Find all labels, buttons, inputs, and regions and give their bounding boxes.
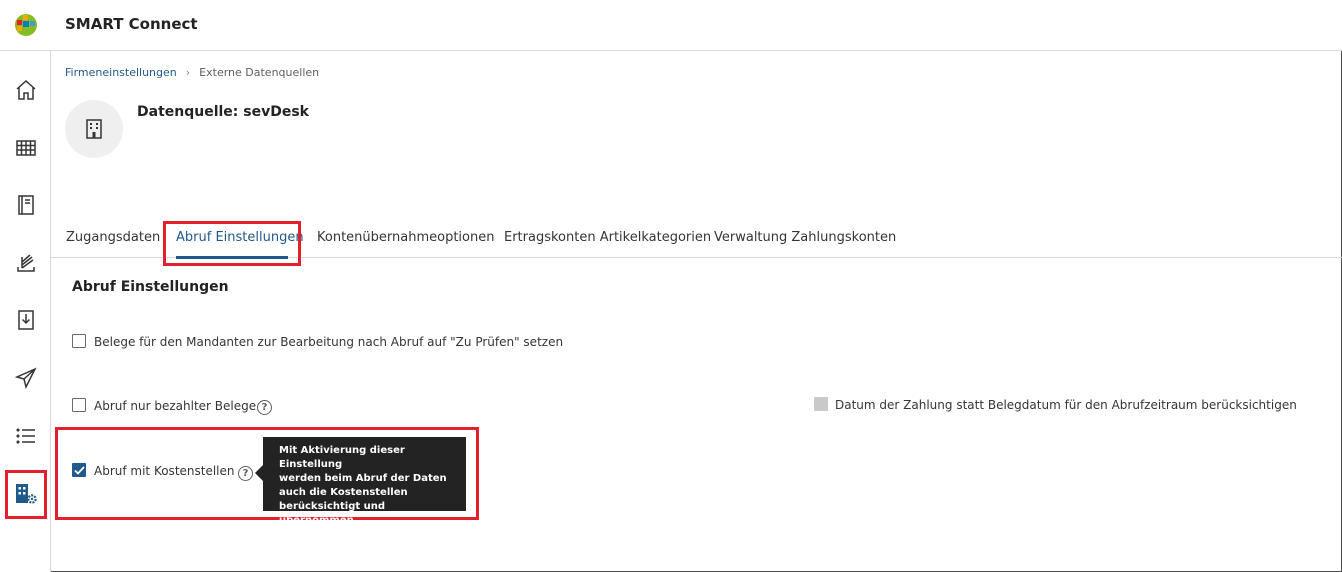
download-icon — [18, 310, 34, 330]
label-zahlungsdatum: Datum der Zahlung statt Belegdatum für d… — [835, 398, 1297, 412]
wolters-kluwer-logo-icon — [15, 14, 37, 36]
sidebar-item-table[interactable] — [12, 134, 40, 162]
tab-zugangsdaten[interactable]: Zugangsdaten — [66, 230, 160, 245]
sidebar-item-list[interactable] — [12, 422, 40, 450]
help-icon[interactable]: ? — [257, 400, 272, 415]
sidebar-active-highlight — [5, 470, 47, 519]
breadcrumb-link-firmeneinstellungen[interactable]: Firmeneinstellungen — [65, 66, 177, 79]
building-icon — [86, 119, 102, 139]
checkbox-nur-bezahlt[interactable] — [72, 398, 86, 412]
send-icon — [14, 367, 37, 390]
notebook-icon — [18, 195, 34, 215]
sidebar — [0, 51, 51, 572]
tooltip-line: berücksichtigt und übernommen. — [279, 501, 386, 526]
label-nur-bezahlt: Abruf nur bezahlter Belege — [94, 399, 257, 413]
document-stack-icon — [17, 254, 35, 272]
breadcrumb: Firmeneinstellungen › Externe Datenquell… — [65, 66, 319, 79]
tab-highlight-box — [163, 221, 301, 266]
top-bar: SMART Connect — [0, 0, 1342, 51]
sidebar-item-download[interactable] — [12, 306, 40, 334]
home-icon — [16, 79, 36, 100]
datasource-avatar — [65, 100, 123, 158]
sidebar-item-documents[interactable] — [12, 249, 40, 277]
tooltip-line: werden beim Abruf der Daten — [279, 473, 447, 484]
chevron-right-icon: › — [185, 66, 191, 79]
sidebar-item-send[interactable] — [12, 364, 40, 392]
tooltip-line: auch die Kostenstellen — [279, 487, 408, 498]
sidebar-item-notebook[interactable] — [12, 191, 40, 219]
checkbox-zahlungsdatum — [814, 397, 828, 411]
list-icon — [16, 428, 35, 444]
tab-kontenuebernahmeoptionen[interactable]: Kontenübernahmeoptionen — [317, 230, 494, 245]
section-title: Abruf Einstellungen — [72, 279, 229, 295]
breadcrumb-current: Externe Datenquellen — [199, 66, 320, 79]
app-title: SMART Connect — [65, 15, 198, 33]
tooltip-kostenstellen: Mit Aktivierung dieser Einstellung werde… — [263, 437, 466, 526]
checkbox-zu-pruefen[interactable] — [72, 334, 86, 348]
tooltip-line: Mit Aktivierung dieser Einstellung — [279, 445, 405, 470]
tab-ertragskonten-artikelkategorien[interactable]: Ertragskonten Artikelkategorien — [504, 230, 711, 245]
table-icon — [16, 140, 36, 156]
label-zu-pruefen: Belege für den Mandanten zur Bearbeitung… — [94, 335, 564, 349]
tab-verwaltung-zahlungskonten[interactable]: Verwaltung Zahlungskonten — [714, 230, 896, 245]
sidebar-item-home[interactable] — [12, 76, 40, 104]
page-title: Datenquelle: sevDesk — [137, 104, 309, 120]
tooltip-arrow — [255, 465, 263, 481]
